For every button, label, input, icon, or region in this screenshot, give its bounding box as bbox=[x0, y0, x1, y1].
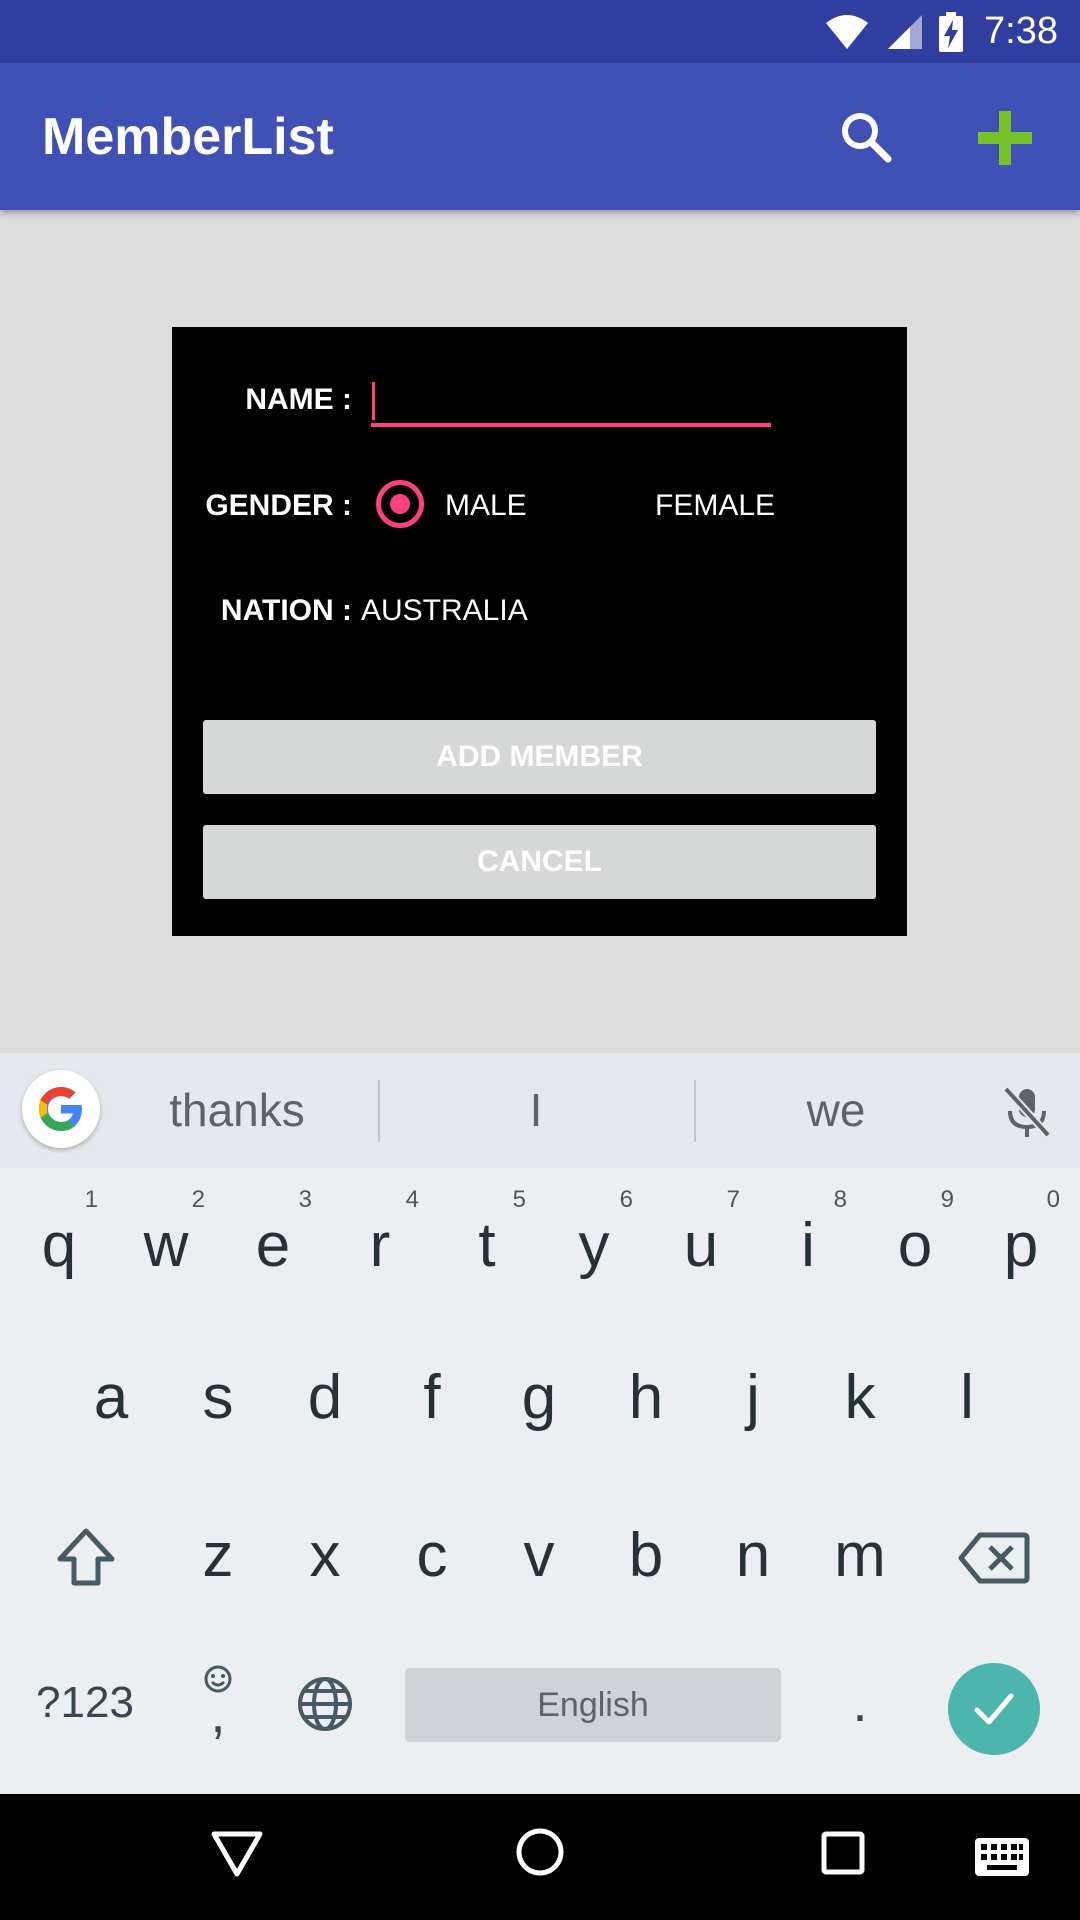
period-key[interactable]: . bbox=[812, 1653, 908, 1753]
suggestion-3[interactable]: we bbox=[696, 1053, 976, 1168]
key-i-hint: 8 bbox=[833, 1186, 847, 1213]
suggestion-2[interactable]: I bbox=[380, 1053, 692, 1168]
key-t-hint: 5 bbox=[512, 1186, 526, 1213]
key-i-label: i bbox=[801, 1211, 815, 1280]
key-p[interactable]: p0 bbox=[968, 1181, 1074, 1311]
key-y[interactable]: y6 bbox=[541, 1181, 647, 1311]
female-option-label[interactable]: FEMALE bbox=[655, 489, 775, 523]
comma-key-label: , bbox=[210, 1684, 226, 1744]
key-w[interactable]: w2 bbox=[113, 1181, 219, 1311]
back-icon[interactable] bbox=[210, 1828, 264, 1880]
navigation-bar bbox=[0, 1794, 1080, 1920]
cancel-button[interactable]: CANCEL bbox=[203, 825, 876, 899]
add-member-button[interactable]: ADD MEMBER bbox=[203, 720, 876, 794]
space-bar[interactable]: English bbox=[405, 1668, 781, 1742]
signal-icon bbox=[888, 14, 923, 49]
nation-label: NATION : bbox=[220, 594, 352, 627]
nation-spinner[interactable]: AUSTRALIA bbox=[361, 594, 528, 628]
symbols-key[interactable]: ?123 bbox=[20, 1657, 150, 1749]
key-e-label: e bbox=[255, 1211, 291, 1280]
key-d[interactable]: d bbox=[272, 1333, 378, 1463]
key-r-label: r bbox=[369, 1211, 391, 1280]
key-m[interactable]: m bbox=[807, 1491, 913, 1621]
google-icon[interactable] bbox=[22, 1070, 100, 1148]
name-label: NAME : bbox=[245, 383, 352, 416]
add-member-dialog: NAME : GENDER : MALE FEMALE NATION : AUS… bbox=[172, 327, 907, 936]
key-u-hint: 7 bbox=[726, 1186, 740, 1213]
key-u[interactable]: u7 bbox=[648, 1181, 754, 1311]
key-l[interactable]: l bbox=[914, 1333, 1020, 1463]
key-q-hint: 1 bbox=[84, 1186, 98, 1213]
key-c[interactable]: c bbox=[379, 1491, 485, 1621]
key-p-hint: 0 bbox=[1046, 1186, 1060, 1213]
key-t[interactable]: t5 bbox=[434, 1181, 540, 1311]
keyboard: thanks I we q1 w2 e3 r4 t5 y6 u7 i8 o9 p… bbox=[0, 1053, 1080, 1794]
key-t-label: t bbox=[478, 1211, 496, 1280]
wifi-icon bbox=[826, 14, 869, 49]
suggestion-bar: thanks I we bbox=[0, 1053, 1080, 1168]
key-y-hint: 6 bbox=[619, 1186, 633, 1213]
text-cursor bbox=[372, 382, 375, 420]
key-n[interactable]: n bbox=[700, 1491, 806, 1621]
battery-charging-icon bbox=[939, 11, 964, 52]
backspace-icon[interactable] bbox=[958, 1531, 1030, 1585]
comma-key[interactable]: , bbox=[180, 1653, 256, 1753]
search-icon[interactable] bbox=[836, 107, 896, 167]
app-title: MemberList bbox=[42, 108, 334, 166]
key-h[interactable]: h bbox=[593, 1333, 699, 1463]
add-icon[interactable] bbox=[974, 107, 1036, 169]
radio-dot bbox=[390, 494, 410, 514]
recents-icon[interactable] bbox=[820, 1830, 866, 1876]
key-g[interactable]: g bbox=[486, 1333, 592, 1463]
key-r[interactable]: r4 bbox=[327, 1181, 433, 1311]
key-w-label: w bbox=[143, 1211, 189, 1280]
enter-button[interactable] bbox=[948, 1663, 1040, 1755]
key-e-hint: 3 bbox=[298, 1186, 312, 1213]
app-bar: MemberList bbox=[0, 63, 1080, 210]
key-o[interactable]: o9 bbox=[862, 1181, 968, 1311]
male-option-label[interactable]: MALE bbox=[445, 489, 527, 523]
key-w-hint: 2 bbox=[191, 1186, 205, 1213]
key-o-label: o bbox=[897, 1211, 933, 1280]
check-icon bbox=[974, 1693, 1014, 1725]
key-x[interactable]: x bbox=[272, 1491, 378, 1621]
key-j[interactable]: j bbox=[700, 1333, 806, 1463]
globe-icon[interactable] bbox=[295, 1674, 355, 1734]
key-a[interactable]: a bbox=[58, 1333, 164, 1463]
key-p-label: p bbox=[1003, 1211, 1039, 1280]
name-input[interactable] bbox=[371, 369, 771, 427]
key-z[interactable]: z bbox=[165, 1491, 271, 1621]
mic-off-icon[interactable] bbox=[998, 1083, 1056, 1141]
key-v[interactable]: v bbox=[486, 1491, 592, 1621]
key-u-label: u bbox=[683, 1211, 719, 1280]
key-r-hint: 4 bbox=[405, 1186, 419, 1213]
status-time: 7:38 bbox=[984, 10, 1058, 52]
key-i[interactable]: i8 bbox=[755, 1181, 861, 1311]
shift-icon[interactable] bbox=[54, 1525, 118, 1589]
key-b[interactable]: b bbox=[593, 1491, 699, 1621]
home-icon[interactable] bbox=[514, 1826, 566, 1878]
key-y-label: y bbox=[578, 1211, 610, 1280]
status-icons: 7:38 bbox=[824, 0, 1058, 63]
keyboard-icon[interactable] bbox=[975, 1838, 1029, 1876]
key-s[interactable]: s bbox=[165, 1333, 271, 1463]
key-k[interactable]: k bbox=[807, 1333, 913, 1463]
key-o-hint: 9 bbox=[940, 1186, 954, 1213]
gender-label: GENDER : bbox=[205, 489, 352, 522]
key-q-label: q bbox=[41, 1211, 77, 1280]
male-radio[interactable] bbox=[376, 480, 424, 528]
status-bar: 7:38 bbox=[0, 0, 1080, 63]
key-q[interactable]: q1 bbox=[6, 1181, 112, 1311]
suggestion-1[interactable]: thanks bbox=[120, 1053, 354, 1168]
key-e[interactable]: e3 bbox=[220, 1181, 326, 1311]
key-f[interactable]: f bbox=[379, 1333, 485, 1463]
